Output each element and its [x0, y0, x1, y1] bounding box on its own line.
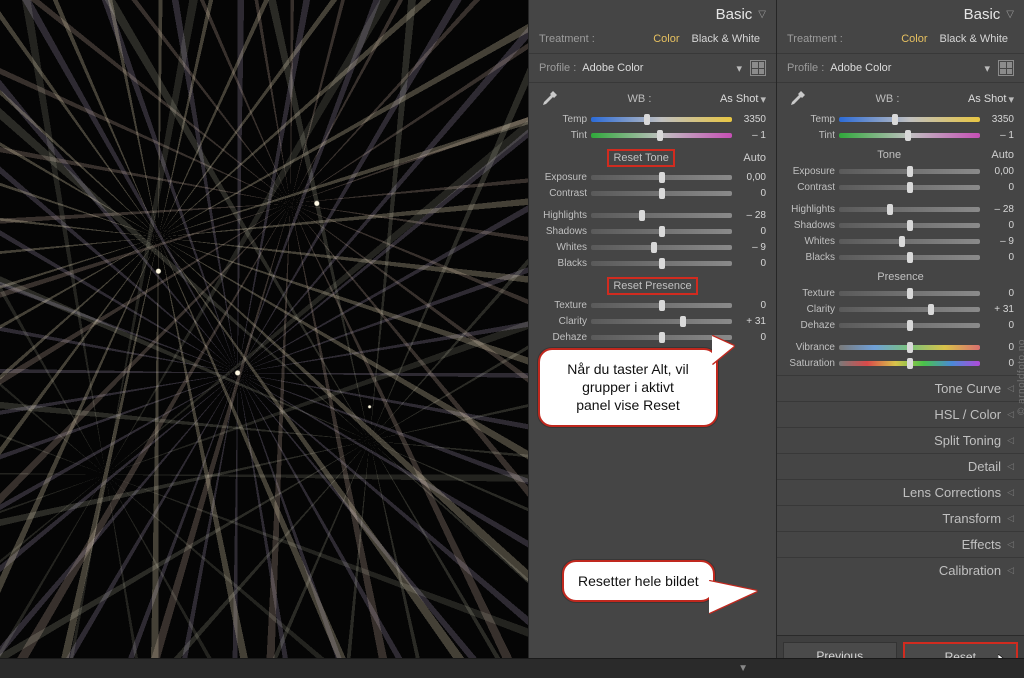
- tint-slider[interactable]: Tint– 1: [777, 127, 1024, 143]
- profile-value[interactable]: Adobe Color: [830, 62, 984, 74]
- contrast-slider[interactable]: Contrast0: [529, 185, 776, 201]
- auto-button[interactable]: Auto: [743, 152, 766, 164]
- clarity-slider[interactable]: Clarity+ 31: [529, 313, 776, 329]
- profile-browser-icon[interactable]: [998, 60, 1014, 76]
- tone-header[interactable]: Tone: [787, 149, 991, 161]
- shadows-slider[interactable]: Shadows0: [529, 223, 776, 239]
- treatment-bw[interactable]: Black & White: [686, 31, 766, 47]
- expand-icon: ◁: [1007, 565, 1014, 576]
- whites-slider[interactable]: Whites– 9: [777, 233, 1024, 249]
- hsl-color-panel[interactable]: HSL / Color◁: [777, 401, 1024, 427]
- chevron-down-icon[interactable]: ▾: [1008, 93, 1014, 106]
- profile-browser-icon[interactable]: [750, 60, 766, 76]
- panel-header[interactable]: Basic ▽: [529, 0, 776, 27]
- effects-panel[interactable]: Effects◁: [777, 531, 1024, 557]
- clarity-slider[interactable]: Clarity+ 31: [777, 301, 1024, 317]
- annotation-callout: Resetter hele bildet: [562, 560, 715, 602]
- dehaze-slider[interactable]: Dehaze0: [777, 317, 1024, 333]
- tint-slider[interactable]: Tint– 1: [529, 127, 776, 143]
- reset-tone-button[interactable]: Reset Tone: [607, 149, 674, 167]
- panel-title: Basic: [964, 6, 1001, 23]
- treatment-label: Treatment :: [787, 33, 895, 45]
- expand-icon: ◁: [1007, 461, 1014, 472]
- chevron-down-icon[interactable]: ▾: [760, 93, 766, 106]
- photo-fireworks: [0, 0, 528, 678]
- panel-header[interactable]: Basic ▽: [777, 0, 1024, 27]
- panel-title: Basic: [716, 6, 753, 23]
- annotation-callout: Når du taster Alt, vil grupper i aktivt …: [538, 348, 718, 427]
- wb-label: WB :: [807, 93, 968, 105]
- chevron-down-icon[interactable]: ▾: [984, 62, 990, 75]
- texture-slider[interactable]: Texture0: [529, 297, 776, 313]
- collapse-icon: ▽: [1006, 9, 1014, 20]
- temp-slider[interactable]: Temp3350: [529, 111, 776, 127]
- temp-slider[interactable]: Temp3350: [777, 111, 1024, 127]
- calibration-panel[interactable]: Calibration◁: [777, 557, 1024, 583]
- profile-label: Profile :: [787, 62, 824, 74]
- blacks-slider[interactable]: Blacks0: [529, 255, 776, 271]
- filmstrip-bar: ▼: [0, 658, 1024, 678]
- split-toning-panel[interactable]: Split Toning◁: [777, 427, 1024, 453]
- profile-value[interactable]: Adobe Color: [582, 62, 736, 74]
- highlights-slider[interactable]: Highlights– 28: [529, 207, 776, 223]
- wb-value[interactable]: As Shot: [968, 93, 1007, 105]
- treatment-color[interactable]: Color: [895, 31, 933, 47]
- eyedropper-icon[interactable]: [787, 89, 807, 109]
- treatment-label: Treatment :: [539, 33, 647, 45]
- contrast-slider[interactable]: Contrast0: [777, 179, 1024, 195]
- expand-icon: ◁: [1007, 513, 1014, 524]
- chevron-down-icon[interactable]: ▾: [736, 62, 742, 75]
- expand-icon: ◁: [1007, 409, 1014, 420]
- expand-icon: ◁: [1007, 539, 1014, 550]
- expand-icon: ◁: [1007, 435, 1014, 446]
- detail-panel[interactable]: Detail◁: [777, 453, 1024, 479]
- whites-slider[interactable]: Whites– 9: [529, 239, 776, 255]
- wb-value[interactable]: As Shot: [720, 93, 759, 105]
- reset-presence-button[interactable]: Reset Presence: [607, 277, 697, 295]
- chevron-down-icon[interactable]: ▼: [738, 663, 748, 674]
- auto-button[interactable]: Auto: [991, 149, 1014, 161]
- image-preview[interactable]: [0, 0, 528, 678]
- wb-label: WB :: [559, 93, 720, 105]
- presence-header[interactable]: Presence: [787, 271, 1014, 283]
- highlights-slider[interactable]: Highlights– 28: [777, 201, 1024, 217]
- eyedropper-icon[interactable]: [539, 89, 559, 109]
- collapse-icon: ▽: [758, 9, 766, 20]
- saturation-slider[interactable]: Saturation0: [777, 355, 1024, 371]
- vibrance-slider[interactable]: Vibrance0: [777, 339, 1024, 355]
- texture-slider[interactable]: Texture0: [777, 285, 1024, 301]
- treatment-color[interactable]: Color: [647, 31, 685, 47]
- basic-panel-right: Basic ▽ Treatment : Color Black & White …: [776, 0, 1024, 678]
- exposure-slider[interactable]: Exposure0,00: [777, 163, 1024, 179]
- shadows-slider[interactable]: Shadows0: [777, 217, 1024, 233]
- blacks-slider[interactable]: Blacks0: [777, 249, 1024, 265]
- exposure-slider[interactable]: Exposure0,00: [529, 169, 776, 185]
- treatment-bw[interactable]: Black & White: [934, 31, 1014, 47]
- tone-curve-panel[interactable]: Tone Curve◁: [777, 375, 1024, 401]
- transform-panel[interactable]: Transform◁: [777, 505, 1024, 531]
- expand-icon: ◁: [1007, 383, 1014, 394]
- profile-label: Profile :: [539, 62, 576, 74]
- expand-icon: ◁: [1007, 487, 1014, 498]
- lens-corrections-panel[interactable]: Lens Corrections◁: [777, 479, 1024, 505]
- watermark: © arnoldfoto.no: [1017, 339, 1024, 415]
- dehaze-slider[interactable]: Dehaze0: [529, 329, 776, 345]
